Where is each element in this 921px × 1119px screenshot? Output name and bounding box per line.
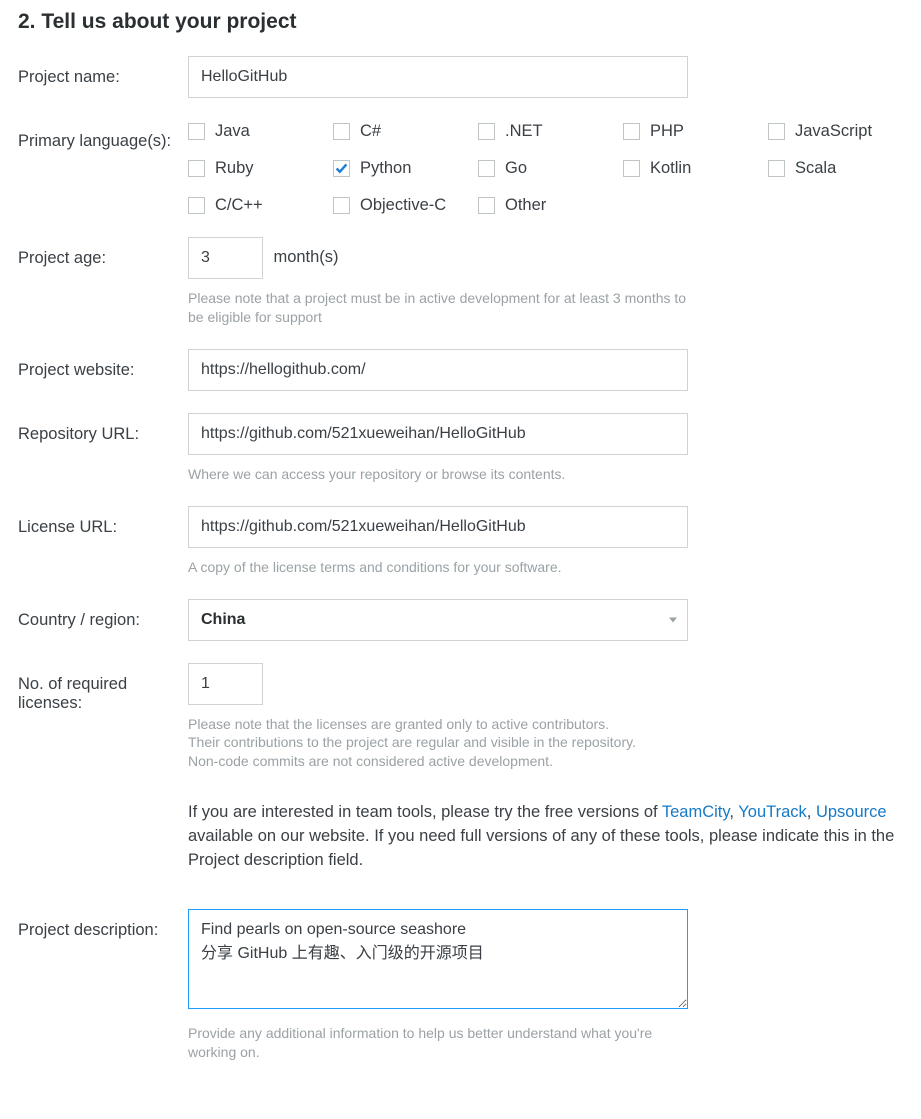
language-label: C/C++ [215, 196, 263, 215]
chevron-down-icon [669, 617, 677, 622]
checkbox-icon [333, 197, 350, 214]
language-checkbox-csharp[interactable]: C# [333, 122, 468, 141]
licenses-input[interactable] [188, 663, 263, 705]
country-value: China [201, 611, 245, 628]
checkbox-icon [333, 160, 350, 177]
section-title: 2. Tell us about your project [18, 10, 903, 34]
language-checkbox-javascript[interactable]: JavaScript [768, 122, 903, 141]
licenses-helper: Please note that the licenses are grante… [188, 715, 688, 772]
checkbox-icon [478, 197, 495, 214]
checkbox-icon [478, 160, 495, 177]
language-label: Java [215, 122, 250, 141]
checkbox-icon [188, 123, 205, 140]
project-name-label: Project name: [18, 56, 188, 87]
language-checkbox-go[interactable]: Go [478, 159, 613, 178]
repository-url-label: Repository URL: [18, 413, 188, 444]
primary-languages-label: Primary language(s): [18, 120, 188, 151]
language-label: JavaScript [795, 122, 872, 141]
language-checkbox-ruby[interactable]: Ruby [188, 159, 323, 178]
upsource-link[interactable]: Upsource [816, 803, 887, 821]
licenses-label: No. of required licenses: [18, 663, 188, 713]
language-checkbox-objectivec[interactable]: Objective-C [333, 196, 468, 215]
repository-url-input[interactable] [188, 413, 688, 455]
checkbox-icon [188, 197, 205, 214]
checkbox-icon [333, 123, 350, 140]
team-tools-info: If you are interested in team tools, ple… [188, 801, 903, 873]
country-select[interactable]: China [188, 599, 688, 641]
teamcity-link[interactable]: TeamCity [662, 803, 730, 821]
repository-url-helper: Where we can access your repository or b… [188, 465, 688, 484]
language-label: Objective-C [360, 196, 446, 215]
language-checkbox-dotnet[interactable]: .NET [478, 122, 613, 141]
project-name-input[interactable] [188, 56, 688, 98]
checkbox-icon [768, 123, 785, 140]
project-website-input[interactable] [188, 349, 688, 391]
checkbox-icon [188, 160, 205, 177]
language-label: C# [360, 122, 381, 141]
description-helper: Provide any additional information to he… [188, 1024, 688, 1062]
language-checkbox-python[interactable]: Python [333, 159, 468, 178]
language-checkbox-kotlin[interactable]: Kotlin [623, 159, 758, 178]
language-checkbox-scala[interactable]: Scala [768, 159, 903, 178]
language-label: Other [505, 196, 546, 215]
project-age-unit: month(s) [273, 248, 338, 267]
project-age-input[interactable] [188, 237, 263, 279]
checkbox-icon [623, 160, 640, 177]
language-label: Python [360, 159, 411, 178]
checkbox-icon [623, 123, 640, 140]
license-url-helper: A copy of the license terms and conditio… [188, 558, 688, 577]
country-label: Country / region: [18, 599, 188, 630]
language-label: PHP [650, 122, 684, 141]
language-label: Go [505, 159, 527, 178]
license-url-input[interactable] [188, 506, 688, 548]
language-label: Scala [795, 159, 836, 178]
language-label: Ruby [215, 159, 254, 178]
language-label: Kotlin [650, 159, 691, 178]
description-textarea[interactable] [188, 909, 688, 1009]
language-checkbox-other[interactable]: Other [478, 196, 613, 215]
project-age-label: Project age: [18, 237, 188, 268]
checkbox-icon [478, 123, 495, 140]
language-checkbox-php[interactable]: PHP [623, 122, 758, 141]
language-checkbox-cpp[interactable]: C/C++ [188, 196, 323, 215]
language-checkbox-java[interactable]: Java [188, 122, 323, 141]
youtrack-link[interactable]: YouTrack [738, 803, 806, 821]
project-age-helper: Please note that a project must be in ac… [188, 289, 688, 327]
checkbox-icon [768, 160, 785, 177]
description-label: Project description: [18, 909, 188, 940]
license-url-label: License URL: [18, 506, 188, 537]
language-label: .NET [505, 122, 543, 141]
project-website-label: Project website: [18, 349, 188, 380]
language-grid: Java C# .NET PHP JavaScript Ruby Python Go Kotli… [188, 120, 903, 215]
